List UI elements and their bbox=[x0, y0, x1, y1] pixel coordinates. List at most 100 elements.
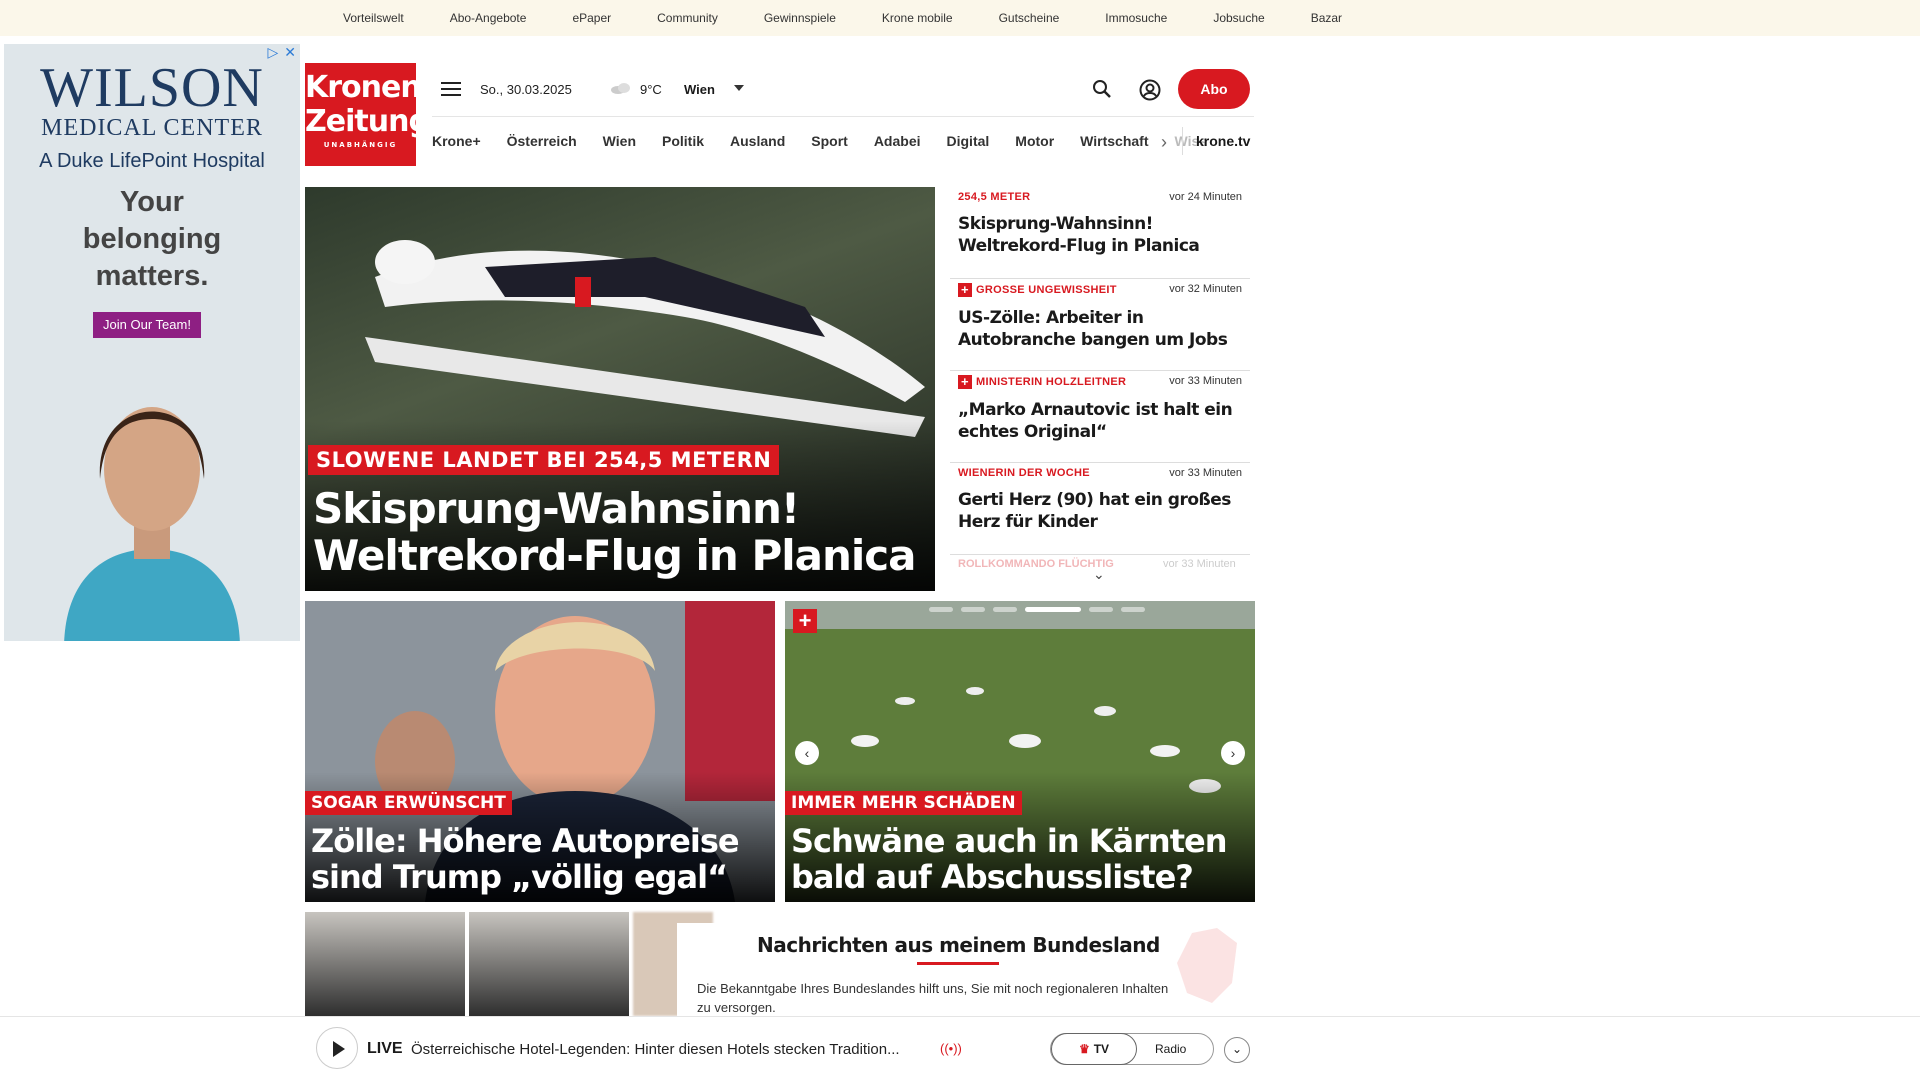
thumbnail-row bbox=[305, 912, 713, 1016]
article-card-swans[interactable]: + ‹ › IMMER MEHR SCHÄDEN Schwäne auch in… bbox=[785, 601, 1255, 902]
utility-link[interactable]: Abo-Angebote bbox=[450, 11, 527, 25]
crown-icon: ♛ bbox=[1078, 1042, 1090, 1056]
news-kicker-text: MINISTERIN HOLZLEITNER bbox=[976, 375, 1127, 388]
nav-item-motor[interactable]: Motor bbox=[1015, 133, 1054, 149]
kronen-zeitung-logo[interactable]: Kronen Zeitung UNABHÄNGIG bbox=[305, 63, 430, 166]
logo-line2: Zeitung bbox=[305, 104, 430, 139]
krone-plus-icon: + bbox=[958, 283, 972, 297]
ad-person-image bbox=[64, 407, 240, 641]
news-time: vor 33 Minuten bbox=[1169, 467, 1242, 479]
chevron-down-icon[interactable]: ⌄ bbox=[1093, 566, 1105, 583]
news-headline: Skisprung-Wahnsinn! Weltrekord-Flug in P… bbox=[958, 214, 1200, 256]
tv-label: TV bbox=[1093, 1042, 1110, 1056]
news-headline: US-Zölle: Arbeiter in Autobranche bangen… bbox=[958, 308, 1228, 350]
utility-links: Vorteilswelt Abo-Angebote ePaper Communi… bbox=[343, 11, 1388, 25]
news-list-item[interactable]: + GROSSE UNGEWISSHEIT vor 32 Minuten US-Z… bbox=[950, 279, 1250, 371]
chevron-right-icon[interactable]: › bbox=[1221, 741, 1245, 765]
close-icon[interactable]: ✕ bbox=[284, 44, 296, 61]
nav-separator bbox=[1182, 127, 1183, 155]
nav-item-krone-plus[interactable]: Krone+ bbox=[432, 133, 481, 149]
top-utility-bar: Vorteilswelt Abo-Angebote ePaper Communi… bbox=[0, 0, 1920, 36]
hero-kicker: SLOWENE LANDET BEI 254,5 METERN bbox=[308, 445, 780, 475]
latest-news-list: 254,5 METER vor 24 Minuten Skisprung-Wah… bbox=[950, 187, 1250, 555]
play-icon[interactable] bbox=[316, 1027, 358, 1069]
krone-tv-link[interactable]: krone.tv bbox=[1196, 133, 1250, 149]
card-kicker: IMMER MEHR SCHÄDEN bbox=[785, 791, 1022, 815]
search-icon[interactable] bbox=[1092, 79, 1112, 99]
sidebar-advertisement[interactable]: ▷ ✕ WILSON MEDICAL CENTER A Duke LifePoi… bbox=[4, 44, 300, 641]
main-navigation: Krone+ Österreich Wien Politik Ausland S… bbox=[432, 133, 1233, 149]
utility-link[interactable]: Krone mobile bbox=[882, 11, 953, 25]
article-card-trump[interactable]: SOGAR ERWÜNSCHT Zölle: Höhere Autopreise… bbox=[305, 601, 775, 902]
krone-plus-icon: + bbox=[958, 375, 972, 389]
bundesland-text: Die Bekanntgabe Ihres Bundeslandes hilft… bbox=[697, 981, 1169, 1015]
user-account-icon[interactable] bbox=[1139, 79, 1161, 101]
news-list-item[interactable]: WIENERIN DER WOCHE vor 33 Minuten Gerti … bbox=[950, 463, 1250, 555]
abo-button[interactable]: Abo bbox=[1178, 69, 1250, 109]
nav-item-adabei[interactable]: Adabei bbox=[874, 133, 921, 149]
nav-item-digital[interactable]: Digital bbox=[947, 133, 990, 149]
ad-cta-button[interactable]: Join Our Team! bbox=[93, 312, 201, 338]
logo-line3: UNABHÄNGIG bbox=[323, 141, 398, 149]
tv-radio-toggle[interactable]: ♛ TV Radio bbox=[1050, 1033, 1214, 1065]
city-selector[interactable]: Wien bbox=[684, 82, 715, 97]
nav-item-sport[interactable]: Sport bbox=[811, 133, 848, 149]
title-underline bbox=[917, 962, 999, 965]
utility-link[interactable]: Jobsuche bbox=[1213, 11, 1264, 25]
news-time-faded: vor 33 Minuten bbox=[1163, 558, 1236, 570]
nav-item-politik[interactable]: Politik bbox=[662, 133, 704, 149]
bundesland-title: Nachrichten aus meinem Bundesland bbox=[757, 933, 1160, 957]
hero-article[interactable]: SLOWENE LANDET BEI 254,5 METERN Skisprun… bbox=[305, 187, 935, 591]
ad-logo-line1: WILSON bbox=[40, 57, 264, 119]
chevron-down-icon[interactable]: ⌄ bbox=[1224, 1037, 1250, 1063]
ad-logo-line2: MEDICAL CENTER bbox=[41, 115, 263, 141]
utility-link[interactable]: Gewinnspiele bbox=[764, 11, 836, 25]
card-title: Zölle: Höhere Autopreise sind Trump „völ… bbox=[311, 822, 740, 896]
broadcast-icon: ((•)) bbox=[940, 1041, 962, 1056]
card-title-line1: Zölle: Höhere Autopreise bbox=[311, 822, 740, 860]
card-title-line1: Schwäne auch in Kärnten bbox=[791, 822, 1227, 860]
hero-title[interactable]: Skisprung-Wahnsinn! Weltrekord-Flug in P… bbox=[313, 484, 917, 580]
carousel-dots[interactable] bbox=[929, 607, 1145, 612]
utility-link[interactable]: Vorteilswelt bbox=[343, 11, 404, 25]
hero-title-line2: Weltrekord-Flug in Planica bbox=[313, 531, 917, 580]
card-kicker: SOGAR ERWÜNSCHT bbox=[305, 791, 512, 815]
news-headline: Gerti Herz (90) hat ein großes Herz für … bbox=[958, 490, 1231, 532]
news-time: vor 24 Minuten bbox=[1169, 191, 1242, 203]
tv-option[interactable]: ♛ TV bbox=[1051, 1033, 1137, 1065]
adchoices-icon[interactable]: ▷ bbox=[267, 44, 278, 61]
live-title[interactable]: Österreichische Hotel-Legenden: Hinter d… bbox=[411, 1041, 900, 1058]
news-kicker-text: GROSSE UNGEWISSHEIT bbox=[976, 283, 1117, 296]
card-title-line2: sind Trump „völlig egal“ bbox=[311, 858, 728, 896]
utility-link[interactable]: Gutscheine bbox=[999, 11, 1060, 25]
live-player-bar: LIVE Österreichische Hotel-Legenden: Hin… bbox=[0, 1016, 1920, 1080]
chevron-left-icon[interactable]: ‹ bbox=[795, 741, 819, 765]
chevron-down-icon[interactable] bbox=[734, 85, 744, 91]
utility-link[interactable]: Bazar bbox=[1311, 11, 1342, 25]
utility-link[interactable]: Community bbox=[657, 11, 718, 25]
news-time: vor 33 Minuten bbox=[1169, 375, 1242, 387]
nav-item-wien[interactable]: Wien bbox=[603, 133, 636, 149]
ad-badges: ▷ ✕ bbox=[267, 44, 296, 61]
menu-icon[interactable] bbox=[441, 82, 461, 96]
nav-item-wirtschaft[interactable]: Wirtschaft bbox=[1080, 133, 1148, 149]
thumbnail-image[interactable] bbox=[305, 912, 465, 1016]
hero-title-line1: Skisprung-Wahnsinn! bbox=[313, 484, 800, 533]
chevron-right-icon[interactable]: › bbox=[1161, 132, 1167, 153]
cloud-icon bbox=[611, 83, 630, 94]
news-list-item[interactable]: 254,5 METER vor 24 Minuten Skisprung-Wah… bbox=[950, 187, 1250, 279]
thumbnail-image[interactable] bbox=[469, 912, 629, 1016]
news-list-item[interactable]: + MINISTERIN HOLZLEITNER vor 33 Minuten „… bbox=[950, 371, 1250, 463]
header-divider bbox=[432, 116, 1254, 117]
news-kicker-faded: ROLLKOMMANDO FLÜCHTIG bbox=[958, 558, 1114, 570]
nav-item-ausland[interactable]: Ausland bbox=[730, 133, 785, 149]
logo-line1: Kronen bbox=[305, 70, 422, 105]
ad-tagline: Your belonging matters. bbox=[82, 186, 222, 292]
radio-option[interactable]: Radio bbox=[1155, 1034, 1186, 1064]
nav-item-oesterreich[interactable]: Österreich bbox=[507, 133, 577, 149]
card-title-line2: bald auf Abschussliste? bbox=[791, 858, 1194, 896]
news-time: vor 32 Minuten bbox=[1169, 283, 1242, 295]
utility-link[interactable]: ePaper bbox=[572, 11, 611, 25]
austria-map-icon bbox=[1177, 928, 1237, 1003]
utility-link[interactable]: Immosuche bbox=[1105, 11, 1167, 25]
